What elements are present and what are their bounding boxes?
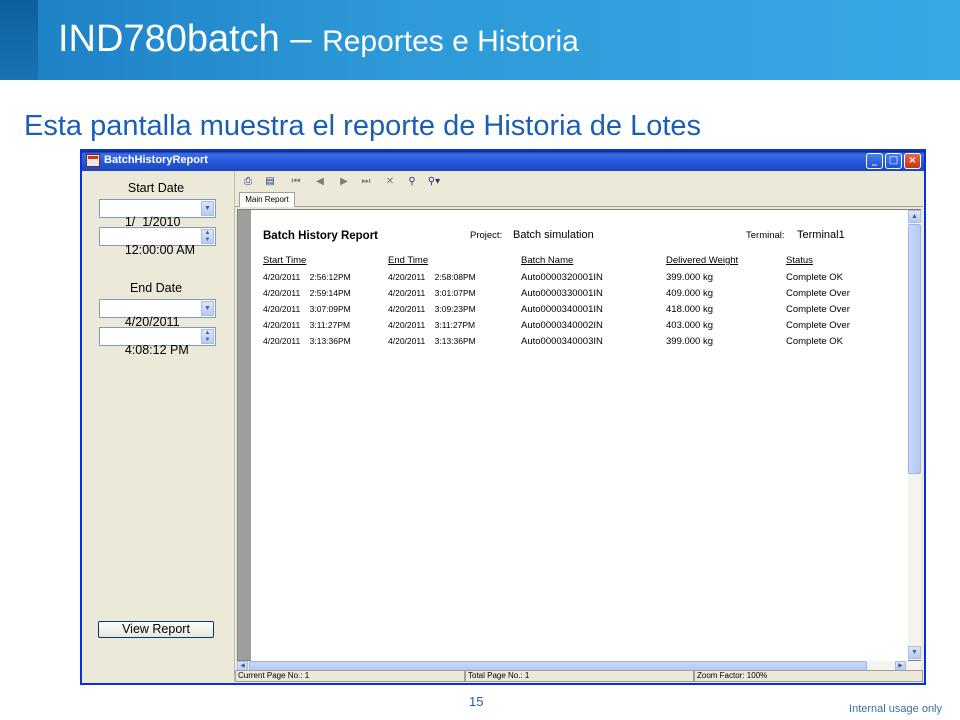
filter-panel: Start Date 1/ 1/2010 ▼ 12:00:00 AM ▲ ▼ En… bbox=[82, 171, 230, 683]
total-page-status: Total Page No.: 1 bbox=[465, 670, 694, 682]
zoom-factor-status: Zoom Factor: 100% bbox=[694, 670, 923, 682]
scroll-up-icon[interactable]: ▲ bbox=[908, 210, 921, 223]
table-cell: 418.000 kg bbox=[666, 304, 714, 315]
start-date-picker[interactable]: 1/ 1/2010 ▼ bbox=[99, 199, 216, 229]
minimize-button[interactable]: _ bbox=[866, 153, 883, 169]
vertical-scrollbar[interactable]: ▲ ▼ bbox=[908, 210, 921, 660]
table-cell: 4/20/2011 3:01:07PM bbox=[388, 288, 476, 298]
column-header: Batch Name bbox=[521, 255, 574, 266]
table-cell: 4/20/2011 3:11:27PM bbox=[388, 320, 476, 330]
status-bar: Current Page No.: 1 Total Page No.: 1 Zo… bbox=[235, 670, 923, 682]
table-cell: Complete OK bbox=[786, 272, 844, 283]
report-tab-strip: Main Report bbox=[235, 192, 923, 207]
spin-updown-icon[interactable]: ▲ ▼ bbox=[201, 229, 214, 244]
slide-title-sub: Reportes e Historia bbox=[322, 25, 579, 58]
spin-updown-icon[interactable]: ▲ ▼ bbox=[201, 329, 214, 344]
table-cell: Auto0000330001IN bbox=[521, 288, 603, 299]
slide-title: IND780batch – Reportes e Historia bbox=[58, 18, 579, 61]
table-cell: 4/20/2011 2:59:14PM bbox=[263, 288, 351, 298]
slide-title-main: IND780batch bbox=[58, 18, 280, 60]
footer-note: Internal usage only bbox=[849, 703, 942, 715]
page-number: 15 bbox=[469, 694, 484, 709]
header-accent-bar bbox=[0, 0, 38, 80]
batch-history-window: BatchHistoryReport _ □ × Start Date 1/ 1… bbox=[80, 149, 926, 685]
app-icon bbox=[86, 154, 100, 167]
table-cell: Complete Over bbox=[786, 288, 850, 299]
slide-title-separator: – bbox=[279, 18, 323, 60]
terminal-value: Terminal1 bbox=[797, 229, 845, 241]
table-cell: Complete Over bbox=[786, 320, 850, 331]
end-time-value: 4:08:12 PM bbox=[124, 343, 189, 357]
table-cell: 409.000 kg bbox=[666, 288, 714, 299]
first-page-icon[interactable]: ⏮ bbox=[289, 175, 303, 189]
next-page-icon[interactable]: ▶ bbox=[337, 175, 351, 189]
window-titlebar[interactable]: BatchHistoryReport _ □ × bbox=[82, 151, 924, 171]
start-time-picker[interactable]: 12:00:00 AM ▲ ▼ bbox=[99, 227, 216, 257]
table-cell: Auto0000320001IN bbox=[521, 272, 603, 283]
window-title: BatchHistoryReport bbox=[104, 154, 208, 166]
zoom-icon[interactable]: ⚲▾ bbox=[427, 175, 441, 189]
close-button[interactable]: × bbox=[904, 153, 921, 169]
end-time-picker[interactable]: 4:08:12 PM ▲ ▼ bbox=[99, 327, 216, 357]
export-icon[interactable]: ▤ bbox=[263, 175, 277, 189]
scroll-down-icon[interactable]: ▼ bbox=[908, 646, 921, 659]
slide-subtitle: Esta pantalla muestra el reporte de Hist… bbox=[24, 110, 702, 142]
table-cell: 4/20/2011 3:07:09PM bbox=[263, 304, 351, 314]
terminal-label: Terminal: bbox=[746, 230, 785, 241]
table-cell: 4/20/2011 3:13:36PM bbox=[263, 336, 351, 346]
table-cell: 4/20/2011 2:56:12PM bbox=[263, 272, 351, 282]
table-cell: 4/20/2011 3:11:27PM bbox=[263, 320, 351, 330]
column-header: Delivered Weight bbox=[666, 255, 739, 266]
table-cell: 4/20/2011 3:13:36PM bbox=[388, 336, 476, 346]
table-cell: Auto0000340002IN bbox=[521, 320, 603, 331]
tab-main-report[interactable]: Main Report bbox=[239, 192, 295, 207]
table-cell: Complete OK bbox=[786, 336, 844, 347]
start-time-value: 12:00:00 AM bbox=[124, 243, 196, 257]
viewer-toolbar: ⎙ ▤ ⏮ ◀ ▶ ⏭ ✕ ⚲ ⚲▾ bbox=[237, 172, 921, 192]
report-area: Batch History Report Project: Batch simu… bbox=[237, 209, 921, 662]
table-cell: 403.000 kg bbox=[666, 320, 714, 331]
end-date-picker[interactable]: 4/20/2011 ▼ bbox=[99, 299, 216, 329]
project-label: Project: bbox=[470, 230, 503, 241]
scrollbar-thumb[interactable] bbox=[908, 224, 921, 474]
end-date-label: End Date bbox=[129, 281, 183, 295]
table-cell: Auto0000340003IN bbox=[521, 336, 603, 347]
view-report-button[interactable]: View Report bbox=[98, 621, 214, 638]
table-cell: 4/20/2011 3:09:23PM bbox=[388, 304, 476, 314]
prev-page-icon[interactable]: ◀ bbox=[313, 175, 327, 189]
current-page-status: Current Page No.: 1 bbox=[235, 670, 465, 682]
print-icon[interactable]: ⎙ bbox=[241, 175, 255, 189]
report-page: Batch History Report Project: Batch simu… bbox=[251, 210, 908, 662]
last-page-icon[interactable]: ⏭ bbox=[359, 175, 373, 189]
chevron-down-icon[interactable]: ▼ bbox=[201, 301, 214, 316]
report-title: Batch History Report bbox=[263, 230, 379, 242]
start-date-label: Start Date bbox=[127, 181, 185, 195]
chevron-down-icon[interactable]: ▼ bbox=[201, 201, 214, 216]
slide-header: IND780batch – Reportes e Historia bbox=[0, 0, 960, 80]
column-header: End Time bbox=[388, 255, 429, 266]
search-icon[interactable]: ⚲ bbox=[405, 175, 419, 189]
table-cell: Auto0000340001IN bbox=[521, 304, 603, 315]
column-header: Start Time bbox=[263, 255, 307, 266]
table-cell: 4/20/2011 2:58:08PM bbox=[388, 272, 476, 282]
table-cell: 399.000 kg bbox=[666, 336, 714, 347]
project-value: Batch simulation bbox=[513, 229, 594, 241]
column-header: Status bbox=[786, 255, 813, 266]
maximize-button[interactable]: □ bbox=[885, 153, 902, 169]
table-cell: Complete Over bbox=[786, 304, 850, 315]
report-viewer: ⎙ ▤ ⏮ ◀ ▶ ⏭ ✕ ⚲ ⚲▾ Main Report Batch His… bbox=[234, 171, 923, 682]
stop-icon[interactable]: ✕ bbox=[383, 175, 397, 189]
table-cell: 399.000 kg bbox=[666, 272, 714, 283]
